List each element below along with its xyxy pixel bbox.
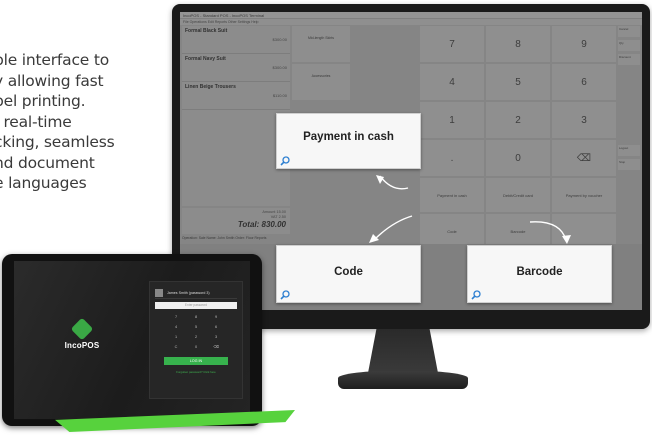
key-8[interactable]: 8 [189, 314, 203, 321]
key-9[interactable]: 9 [209, 314, 223, 321]
key-decimal[interactable]: . [420, 140, 484, 176]
payment-card-button[interactable]: Debit/Credit card [486, 178, 550, 212]
key-3[interactable]: 3 [209, 334, 223, 341]
callout-label: Payment in cash [303, 131, 394, 143]
key-backspace[interactable]: ⌫ [209, 344, 223, 351]
key-7[interactable]: 7 [420, 26, 484, 62]
key-6[interactable]: 6 [552, 64, 616, 100]
status-bar: Operation: Sale Name: John Smith Order: … [182, 236, 267, 240]
intro-line: ble interface to [0, 51, 110, 69]
code-button[interactable]: Code [420, 214, 484, 248]
discount-button[interactable]: Discount [618, 54, 640, 65]
payment-voucher-button[interactable]: Payment by voucher [552, 178, 616, 212]
logout-button[interactable]: Logout [618, 145, 640, 156]
key-2[interactable]: 2 [189, 334, 203, 341]
intro-line: , real-time [0, 112, 72, 131]
callout-label: Barcode [516, 266, 563, 278]
payment-cash-callout[interactable]: Payment in cash [276, 113, 421, 169]
callout-label: Code [334, 266, 363, 278]
numeric-keypad: 7 8 9 4 5 6 1 2 3 . 0 ⌫ Payment in cash … [420, 26, 616, 248]
totals-panel: Amount 15.00 VAT 2.50 Total: 830.00 [182, 208, 290, 234]
qty-button[interactable]: Qty [618, 40, 640, 51]
key-9[interactable]: 9 [552, 26, 616, 62]
user-selector[interactable]: James Smith (password 3) [155, 287, 237, 299]
forgot-password-link[interactable]: Forgotten password? Click here [150, 370, 242, 374]
intro-line: e languages [0, 174, 87, 192]
window-title: IncoPOS - Standard POS - IncoPOS Termina… [180, 12, 642, 19]
list-item[interactable]: Linen Beige Trousers $110.00 [182, 82, 290, 110]
key-6[interactable]: 6 [209, 324, 223, 331]
key-backspace[interactable]: ⌫ [552, 140, 616, 176]
key-1[interactable]: 1 [169, 334, 183, 341]
key-8[interactable]: 8 [486, 26, 550, 62]
intro-line: nd document [0, 153, 95, 172]
magnifier-icon [471, 290, 481, 300]
magnifier-icon [280, 156, 290, 166]
tablet-screen: IncoPOS James Smith (password 3) Enter p… [14, 261, 250, 419]
barcode-button[interactable]: Barcode [486, 214, 550, 248]
category-button[interactable]: Mid-length Skirts [292, 26, 350, 62]
category-column: Mid-length Skirts Accessories [292, 26, 350, 102]
sale-item-list: Formal Black Suit $300.00 Formal Navy Su… [182, 26, 290, 206]
key-1[interactable]: 1 [420, 102, 484, 138]
user-name: James Smith (password 3) [167, 290, 210, 295]
intro-line: bel printing. [0, 92, 86, 110]
side-panel: Cancel Qty Discount Logout Stop [618, 26, 640, 173]
key-7[interactable]: 7 [169, 314, 183, 321]
login-button[interactable]: LOG IN [164, 357, 228, 365]
empty-key [552, 214, 616, 248]
monitor-stand-base [338, 371, 468, 389]
key-5[interactable]: 5 [486, 64, 550, 100]
key-clear[interactable]: C [169, 344, 183, 351]
key-0[interactable]: 0 [189, 344, 203, 351]
barcode-callout[interactable]: Barcode [467, 245, 612, 303]
monitor-stand-neck [368, 329, 438, 373]
login-keypad: 7 8 9 4 5 6 1 2 3 C 0 ⌫ [150, 314, 242, 351]
login-panel: James Smith (password 3) Enter password … [149, 281, 243, 399]
stop-button[interactable]: Stop [618, 159, 640, 170]
avatar [155, 288, 163, 297]
key-2[interactable]: 2 [486, 102, 550, 138]
magnifier-icon [280, 290, 290, 300]
incopos-logo: IncoPOS [54, 317, 110, 350]
menu-bar[interactable]: File Operations Edit Reports Other Setti… [180, 19, 642, 25]
key-3[interactable]: 3 [552, 102, 616, 138]
key-4[interactable]: 4 [420, 64, 484, 100]
category-button[interactable]: Accessories [292, 64, 350, 100]
key-0[interactable]: 0 [486, 140, 550, 176]
key-4[interactable]: 4 [169, 324, 183, 331]
code-callout[interactable]: Code [276, 245, 421, 303]
password-input[interactable]: Enter password [155, 302, 237, 309]
intro-line: y allowing fast [0, 71, 104, 90]
key-5[interactable]: 5 [189, 324, 203, 331]
list-item[interactable]: Formal Black Suit $300.00 [182, 26, 290, 54]
tablet-device: IncoPOS James Smith (password 3) Enter p… [2, 254, 262, 426]
list-item[interactable]: Formal Navy Suit $300.00 [182, 54, 290, 82]
payment-cash-button[interactable]: Payment in cash [420, 178, 484, 212]
intro-line: cking, seamless [0, 133, 115, 151]
intro-text: ble interface to y allowing fast bel pri… [0, 50, 144, 194]
total-value: Total: 830.00 [237, 220, 286, 229]
cancel-button[interactable]: Cancel [618, 26, 640, 37]
cube-icon [70, 317, 94, 341]
